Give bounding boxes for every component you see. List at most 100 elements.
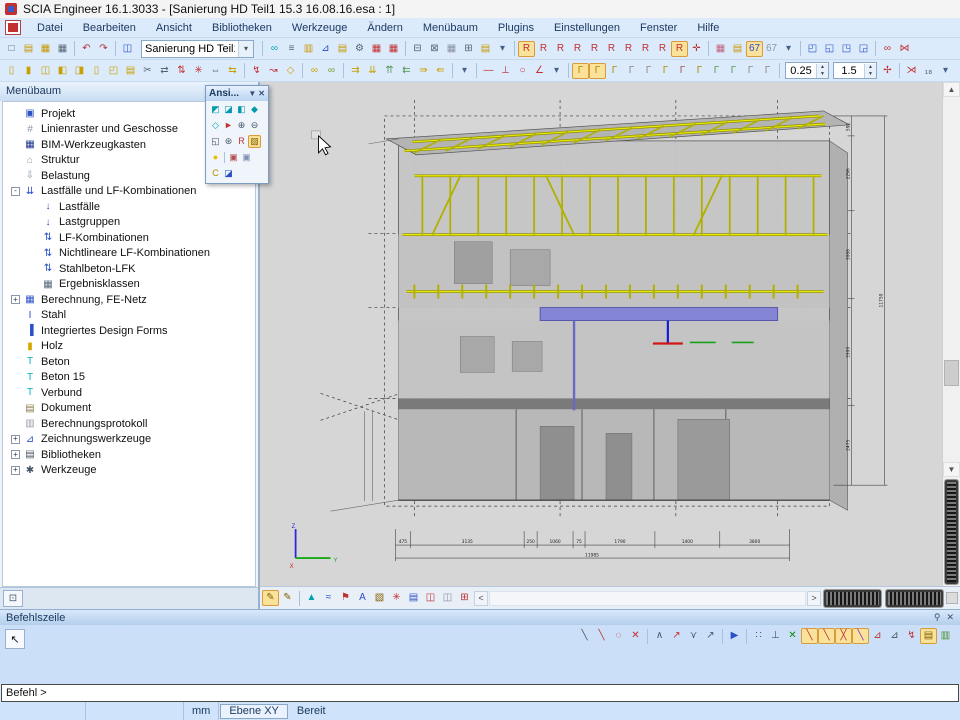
snap-line-point-icon[interactable]: ╲ [593,628,610,644]
redo-icon[interactable]: ↷ [95,41,112,57]
save-picture-icon[interactable]: ▦ [443,41,460,57]
calc-hidden-icon[interactable]: R [552,41,569,57]
palette-dropdown-icon[interactable]: ▼ [248,89,256,98]
window-2-icon[interactable]: ◱ [821,41,838,57]
calc-active-icon[interactable]: R [671,41,688,57]
vertical-scroll-thumb[interactable] [944,360,959,386]
dim-perpendicular-icon[interactable]: ⊥ [497,63,514,79]
tree-expand-icon[interactable]: + [11,450,20,459]
status-unit[interactable]: mm [184,702,219,720]
scroll-down-icon[interactable]: ▼ [943,462,960,477]
node-star-icon[interactable]: ✳ [190,63,207,79]
snap-step-spinner[interactable]: ▲▼ [785,62,829,79]
print-preview-icon[interactable]: ⊠ [426,41,443,57]
view-perspective-icon[interactable]: ◇ [209,119,222,132]
menu-item[interactable]: Ändern [357,20,412,36]
pin-icon[interactable]: ⚲ [934,612,941,623]
free-dim-12-icon[interactable]: Γ [759,63,776,79]
project-combo-input[interactable] [142,43,238,55]
cursor-snap-icon[interactable]: ▶ [726,628,743,644]
tree-item[interactable]: - ⇊ Lastfälle und LF-Kombinationen [3,184,255,200]
show-supports-icon[interactable]: ⚑ [337,590,354,606]
new-column-icon[interactable]: ▮ [20,63,37,79]
render-wireframe-icon[interactable]: ✎ [262,590,279,606]
save-results-icon[interactable]: ▦ [712,41,729,57]
zoom-wheel-horizontal[interactable] [886,590,943,607]
new-rib-icon[interactable]: ◨ [71,63,88,79]
show-loads-icon[interactable]: ▧ [371,590,388,606]
tree-expand-icon[interactable]: + [11,435,20,444]
window-4-icon[interactable]: ◲ [855,41,872,57]
tree-item[interactable]: ⇅ LF-Kombinationen [3,230,255,246]
pair-copy-icon[interactable]: ⇊ [364,63,381,79]
free-dim-9-icon[interactable]: Γ [708,63,725,79]
pair-rotate-icon[interactable]: ⇈ [381,63,398,79]
command-input[interactable] [2,685,958,701]
menu-item[interactable]: Bearbeiten [73,20,146,36]
ruler-icon[interactable]: ▤ [920,628,937,644]
undo-icon[interactable]: ↶ [78,41,95,57]
snap-arc-icon[interactable]: ⊿ [886,628,903,644]
activity-icon[interactable]: ▥ [300,41,317,57]
free-dim-2-icon[interactable]: Γ [589,63,606,79]
tree-expand-icon[interactable]: + [11,295,20,304]
view-axonometric-icon[interactable]: ◆ [248,103,261,116]
tree-item[interactable]: + ▦ Berechnung, FE-Netz [3,292,255,308]
snap-polar-icon[interactable]: ↯ [903,628,920,644]
free-dim-6-icon[interactable]: Γ [657,63,674,79]
tree-item[interactable]: + ▤ Bibliotheken [3,447,255,463]
calc-redo-icon[interactable]: R [603,41,620,57]
node-move-icon[interactable]: ↗ [668,628,685,644]
zoom-all-icon[interactable]: ⊛ [222,135,235,148]
view-top-icon[interactable]: ◧ [235,103,248,116]
tree-tab-icon[interactable]: ⊡ [3,590,23,607]
node-top-icon[interactable]: ∧ [651,628,668,644]
calc-add-icon[interactable]: R [654,41,671,57]
view-settings-1-icon[interactable]: ◫ [422,590,439,606]
spin-down-icon[interactable]: ▼ [817,71,828,78]
free-dim-11-icon[interactable]: Γ [742,63,759,79]
menu-item[interactable]: Fenster [630,20,687,36]
free-dim-4-icon[interactable]: Γ [623,63,640,79]
new-plate-icon[interactable]: ▤ [122,63,139,79]
cross-link-icon[interactable]: ⇆ [224,63,241,79]
tree-expand-icon[interactable]: + [11,466,20,475]
select-curve-icon[interactable]: ↝ [265,63,282,79]
overflow-icon[interactable]: ▾ [494,41,511,57]
spin-up-icon[interactable]: ▲ [817,64,828,71]
pair-mirror-icon[interactable]: ⇇ [398,63,415,79]
tree-item[interactable]: ▦ Ergebnisklassen [3,277,255,293]
show-model-data-icon[interactable]: ✳ [388,590,405,606]
tree-item[interactable]: + ✱ Werkzeuge [3,463,255,479]
toggle-view-b-icon[interactable]: 67 [763,41,780,57]
move-binding-icon[interactable]: ∞ [323,63,340,79]
free-dim-8-icon[interactable]: Γ [691,63,708,79]
zoom-wheel-vertical[interactable] [945,480,958,584]
menu-item[interactable]: Plugins [488,20,544,36]
layers-icon[interactable]: ≡ [283,41,300,57]
overflow-icon[interactable]: ▾ [937,63,954,79]
horizontal-scroll-track[interactable] [489,591,806,606]
coord-info-icon[interactable]: ⊿ [317,41,334,57]
zoom-selection-icon[interactable]: R [235,135,248,148]
free-dim-10-icon[interactable]: Γ [725,63,742,79]
view-side-icon[interactable]: ◪ [222,103,235,116]
tree-item[interactable]: I Stahl [3,308,255,324]
fly-mode-icon[interactable]: ⋈ [896,41,913,57]
overflow-icon[interactable]: ▾ [456,63,473,79]
open-project-icon[interactable]: ▤ [20,41,37,57]
menu-item[interactable]: Einstellungen [544,20,630,36]
calc-batch-icon[interactable]: R [569,41,586,57]
render-solid-icon[interactable]: ✎ [279,590,296,606]
window-1-icon[interactable]: ◰ [804,41,821,57]
free-dim-3-icon[interactable]: Γ [606,63,623,79]
tree-item[interactable]: ⇅ Nichtlineare LF-Kombinationen [3,246,255,262]
deselect-poly-icon[interactable]: ◇ [282,63,299,79]
printer-icon[interactable]: ⊟ [409,41,426,57]
projection-b-icon[interactable]: ▣ [240,151,253,164]
tree-item[interactable]: ▤ Dokument [3,401,255,417]
projection-a-icon[interactable]: ▣ [227,151,240,164]
visibility-settings-icon[interactable]: ▨ [248,135,261,148]
free-dim-5-icon[interactable]: Γ [640,63,657,79]
save-icon[interactable]: ▦ [54,41,71,57]
